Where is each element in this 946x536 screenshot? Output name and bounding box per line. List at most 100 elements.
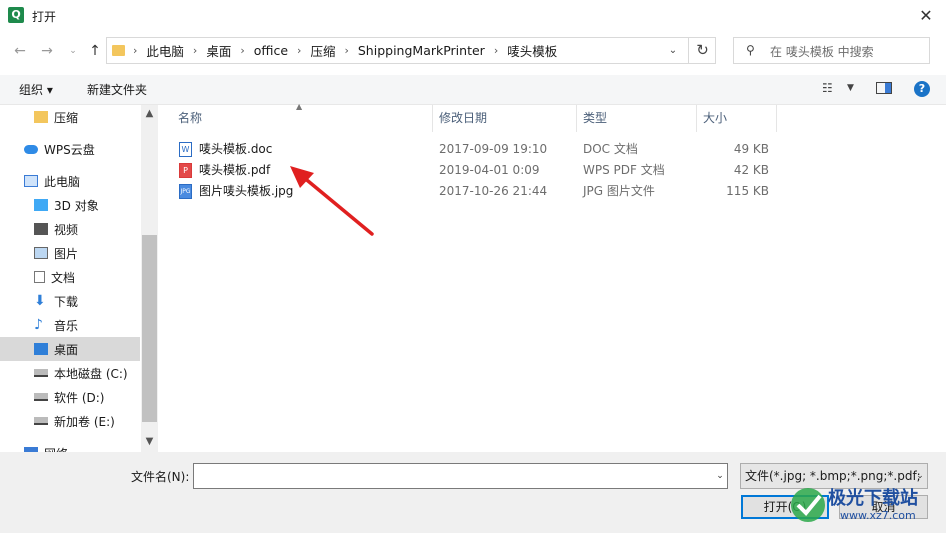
nav-item-drive-c[interactable]: 本地磁盘 (C:) (0, 361, 140, 385)
scroll-up-icon[interactable]: ▲ (141, 108, 158, 119)
column-divider[interactable] (432, 105, 433, 132)
app-icon: Q (8, 7, 24, 23)
chevron-right-icon[interactable]: › (297, 44, 301, 57)
view-dropdown-icon[interactable]: ▼ (847, 83, 854, 93)
drive-icon (34, 393, 48, 401)
document-icon (34, 271, 45, 283)
file-date: 2017-10-26 21:44 (439, 184, 548, 198)
nav-label: 此电脑 (44, 174, 81, 189)
file-type: WPS PDF 文档 (583, 163, 665, 177)
nav-item-music[interactable]: ♪ 音乐 (0, 313, 140, 337)
up-icon[interactable]: ↑ (85, 42, 105, 60)
forward-icon[interactable]: → (37, 42, 57, 60)
file-row[interactable]: JPG 图片唛头模板.jpg 2017-10-26 21:44 JPG 图片文件… (174, 181, 774, 202)
preview-pane-icon[interactable] (876, 82, 892, 94)
file-date: 2019-04-01 0:09 (439, 163, 540, 177)
nav-item-drive-e[interactable]: 新加卷 (E:) (0, 409, 140, 433)
nav-label: 压缩 (54, 110, 79, 125)
column-divider[interactable] (696, 105, 697, 132)
file-size: 42 KB (733, 163, 769, 177)
desktop-icon (34, 343, 48, 355)
file-name: 唛头模板.doc (199, 142, 273, 156)
nav-label: 视频 (54, 222, 79, 237)
breadcrumb-item[interactable]: 桌面 (206, 41, 231, 60)
file-row[interactable]: P 唛头模板.pdf 2019-04-01 0:09 WPS PDF 文档 42… (174, 160, 774, 181)
chevron-right-icon[interactable]: › (494, 44, 498, 57)
sort-ascending-icon: ▲ (296, 102, 303, 111)
cloud-icon (24, 144, 38, 154)
address-dropdown-icon[interactable]: ⌄ (664, 37, 682, 64)
navigation-pane: 压缩 WPS云盘 此电脑 3D 对象 视频 图片 文档 ⬇ 下载 ♪ 音乐 桌面… (0, 105, 158, 452)
file-date: 2017-09-09 19:10 (439, 142, 548, 156)
column-divider[interactable] (576, 105, 577, 132)
column-header-date[interactable]: 修改日期 (439, 105, 487, 132)
scroll-down-icon[interactable]: ▼ (141, 436, 158, 447)
doc-file-icon: W (179, 142, 192, 157)
annotation-arrow (290, 166, 374, 236)
chevron-right-icon[interactable]: › (344, 44, 348, 57)
nav-item-documents[interactable]: 文档 (0, 265, 140, 289)
nav-label: WPS云盘 (44, 142, 95, 157)
recent-dropdown-icon[interactable]: ⌄ (63, 42, 83, 60)
new-folder-button[interactable]: 新建文件夹 (87, 81, 147, 98)
nav-item-network[interactable]: 网络 (0, 441, 140, 452)
file-size: 49 KB (733, 142, 769, 156)
nav-label: 新加卷 (E:) (54, 414, 115, 429)
filename-input[interactable] (193, 463, 728, 489)
nav-item-wps-cloud[interactable]: WPS云盘 (0, 137, 140, 161)
jpg-file-icon: JPG (179, 184, 192, 199)
help-icon[interactable]: ? (914, 81, 930, 97)
nav-label: 图片 (54, 246, 79, 261)
nav-label: 文档 (51, 270, 76, 285)
breadcrumb-item[interactable]: ShippingMarkPrinter (358, 43, 485, 58)
file-type: DOC 文档 (583, 142, 638, 156)
nav-item-videos[interactable]: 视频 (0, 217, 140, 241)
nav-label: 软件 (D:) (54, 390, 105, 405)
chevron-right-icon[interactable]: › (193, 44, 197, 57)
nav-item-3d-objects[interactable]: 3D 对象 (0, 193, 140, 217)
drive-icon (34, 417, 48, 425)
column-header-name[interactable]: 名称 (178, 105, 202, 132)
back-icon[interactable]: ← (10, 42, 30, 60)
breadcrumb-item[interactable]: 此电脑 (146, 41, 184, 60)
nav-label: 下载 (54, 294, 79, 309)
pdf-file-icon: P (179, 163, 192, 178)
search-placeholder: 在 唛头模板 中搜索 (770, 45, 874, 59)
watermark-text: 极光下载站 (828, 488, 918, 509)
nav-item-pictures[interactable]: 图片 (0, 241, 140, 265)
column-header-size[interactable]: 大小 (703, 105, 727, 132)
download-icon: ⬇ (34, 293, 46, 309)
file-size: 115 KB (726, 184, 769, 198)
nav-item-this-pc[interactable]: 此电脑 (0, 169, 140, 193)
nav-item-desktop[interactable]: 桌面 (0, 337, 140, 361)
nav-item-compress[interactable]: 压缩 (0, 105, 140, 129)
window-title: 打开 (32, 10, 57, 24)
filename-dropdown-icon[interactable]: ⌄ (712, 463, 728, 489)
folder-icon (112, 45, 125, 56)
nav-item-downloads[interactable]: ⬇ 下载 (0, 289, 140, 313)
breadcrumb-item[interactable]: 唛头模板 (507, 41, 557, 60)
chevron-right-icon: › (133, 44, 138, 57)
breadcrumb-item[interactable]: office (254, 43, 288, 58)
nav-label: 桌面 (54, 342, 79, 357)
file-type: JPG 图片文件 (583, 184, 655, 198)
file-row[interactable]: W 唛头模板.doc 2017-09-09 19:10 DOC 文档 49 KB (174, 139, 774, 160)
title-bar (0, 0, 946, 31)
view-options-icon[interactable]: ☷ (822, 81, 833, 95)
column-divider[interactable] (776, 105, 777, 132)
cube-icon (34, 199, 48, 211)
breadcrumb-item[interactable]: 压缩 (310, 41, 335, 60)
column-header-type[interactable]: 类型 (583, 105, 607, 132)
file-name: 唛头模板.pdf (199, 163, 271, 177)
search-icon: ⚲ (746, 43, 755, 57)
refresh-icon[interactable]: ↻ (688, 37, 716, 64)
nav-label: 网络 (44, 445, 68, 453)
watermark: 极光下载站 www.xz7.com (760, 478, 944, 533)
nav-label: 3D 对象 (54, 198, 99, 213)
organize-button[interactable]: 组织 ▾ (19, 81, 53, 98)
nav-item-drive-d[interactable]: 软件 (D:) (0, 385, 140, 409)
folder-icon (34, 111, 48, 123)
nav-scrollbar-thumb[interactable] (142, 235, 157, 422)
chevron-right-icon[interactable]: › (240, 44, 244, 57)
close-button[interactable]: ✕ (906, 0, 946, 31)
